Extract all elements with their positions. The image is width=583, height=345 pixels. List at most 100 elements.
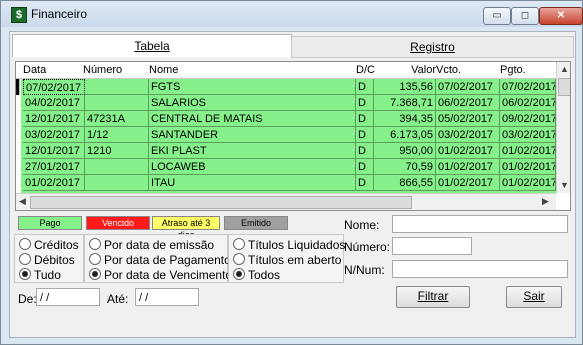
cell-pgto[interactable]: 07/02/2017 bbox=[500, 79, 556, 95]
cell-dc[interactable]: D bbox=[356, 79, 374, 95]
radio-por-data-pagamento[interactable]: Por data de Pagamento bbox=[89, 253, 231, 267]
data-grid[interactable]: Data Número Nome D/C Valor Vcto. Pgto. 0… bbox=[15, 61, 571, 211]
cell-pgto[interactable]: 01/02/2017 bbox=[500, 143, 556, 159]
numero-input[interactable] bbox=[392, 237, 472, 255]
scroll-up-icon[interactable]: ▲ bbox=[560, 64, 569, 74]
table-row[interactable]: 03/02/2017 1/12 SANTANDER D 6.173,05 03/02/20… bbox=[21, 127, 556, 143]
cell-pgto[interactable]: 01/02/2017 bbox=[500, 175, 556, 191]
title-bar[interactable]: $ Financeiro ▭ ◻ ✕ bbox=[1, 1, 583, 27]
cell-name[interactable]: SANTANDER bbox=[149, 127, 356, 143]
tab-tabela[interactable]: Tabela bbox=[12, 34, 292, 57]
cell-number[interactable] bbox=[85, 175, 149, 191]
table-row[interactable]: 01/02/2017 ITAU D 866,55 01/02/2017 01/02/201… bbox=[21, 175, 556, 191]
cell-name[interactable]: SALARIOS bbox=[149, 95, 356, 111]
table-row[interactable]: 27/01/2017 LOCAWEB D 70,59 01/02/2017 01/02/2… bbox=[21, 159, 556, 175]
cell-name[interactable]: CENTRAL DE MATAIS bbox=[149, 111, 356, 127]
cell-name[interactable]: ITAU bbox=[149, 175, 356, 191]
nnum-input[interactable] bbox=[392, 260, 568, 278]
close-button[interactable]: ✕ bbox=[539, 7, 583, 25]
header-vcto[interactable]: Vcto. bbox=[436, 62, 496, 78]
cell-dc[interactable]: D bbox=[356, 159, 374, 175]
cell-vcto[interactable]: 05/02/2017 bbox=[436, 111, 500, 127]
radio-debitos[interactable]: Débitos bbox=[19, 253, 75, 267]
cell-date[interactable]: 07/02/2017 bbox=[23, 79, 85, 95]
cell-value[interactable]: 135,56 bbox=[374, 79, 436, 95]
radio-tudo[interactable]: Tudo bbox=[19, 268, 61, 282]
tab-registro-label: Registro bbox=[410, 40, 455, 54]
cell-date[interactable]: 27/01/2017 bbox=[23, 159, 85, 175]
radio-por-data-emissao[interactable]: Por data de emissão bbox=[89, 238, 214, 252]
minimize-button[interactable]: ▭ bbox=[483, 7, 511, 25]
cell-date[interactable]: 03/02/2017 bbox=[23, 127, 85, 143]
table-row[interactable]: 04/02/2017 SALARIOS D 7.368,71 06/02/2017 06/… bbox=[21, 95, 556, 111]
table-row[interactable]: 07/02/2017 FGTS D 135,56 07/02/2017 07/02/201… bbox=[21, 79, 556, 95]
radio-dot-icon bbox=[19, 253, 31, 265]
scroll-down-icon[interactable]: ▼ bbox=[560, 180, 569, 190]
header-data[interactable]: Data bbox=[23, 62, 83, 78]
cell-dc[interactable]: D bbox=[356, 143, 374, 159]
cell-date[interactable]: 12/01/2017 bbox=[23, 111, 85, 127]
nome-input[interactable] bbox=[392, 215, 568, 233]
cell-value[interactable]: 394,35 bbox=[374, 111, 436, 127]
cell-number[interactable]: 1/12 bbox=[85, 127, 149, 143]
cell-number[interactable] bbox=[85, 79, 149, 95]
de-date-input[interactable]: / / bbox=[36, 288, 100, 306]
cell-dc[interactable]: D bbox=[356, 111, 374, 127]
cell-vcto[interactable]: 01/02/2017 bbox=[436, 175, 500, 191]
row-selector-current[interactable] bbox=[16, 79, 20, 95]
cell-pgto[interactable]: 03/02/2017 bbox=[500, 127, 556, 143]
cell-pgto[interactable]: 09/02/2017 bbox=[500, 111, 556, 127]
cell-date[interactable]: 01/02/2017 bbox=[23, 175, 85, 191]
cell-number[interactable] bbox=[85, 95, 149, 111]
cell-value[interactable]: 7.368,71 bbox=[374, 95, 436, 111]
radio-creditos[interactable]: Créditos bbox=[19, 238, 79, 252]
header-valor[interactable]: Valor bbox=[374, 62, 436, 78]
table-row[interactable]: 12/01/2017 1210 EKI PLAST D 950,00 01/02/2017… bbox=[21, 143, 556, 159]
header-numero[interactable]: Número bbox=[83, 62, 149, 78]
radio-todos[interactable]: Todos bbox=[233, 268, 280, 282]
scroll-right-icon[interactable]: ▶ bbox=[542, 196, 549, 207]
cell-dc[interactable]: D bbox=[356, 95, 374, 111]
vertical-scroll-thumb[interactable] bbox=[558, 78, 570, 96]
maximize-button[interactable]: ◻ bbox=[511, 7, 539, 25]
table-row[interactable]: 12/01/2017 47231A CENTRAL DE MATAIS D 394,35… bbox=[21, 111, 556, 127]
cell-vcto[interactable]: 01/02/2017 bbox=[436, 159, 500, 175]
vertical-scrollbar[interactable]: ▲ ▼ bbox=[556, 62, 570, 193]
radio-dot-checked-icon bbox=[89, 268, 101, 280]
cell-value[interactable]: 6.173,05 bbox=[374, 127, 436, 143]
dollar-icon: $ bbox=[11, 7, 27, 23]
header-pgto[interactable]: Pgto. bbox=[500, 62, 556, 78]
cell-value[interactable]: 70,59 bbox=[374, 159, 436, 175]
filtrar-button[interactable]: Filtrar bbox=[396, 286, 470, 308]
radio-titulos-em-aberto[interactable]: Títulos em aberto bbox=[233, 253, 341, 267]
cell-value[interactable]: 950,00 bbox=[374, 143, 436, 159]
cell-dc[interactable]: D bbox=[356, 127, 374, 143]
cell-pgto[interactable]: 06/02/2017 bbox=[500, 95, 556, 111]
cell-vcto[interactable]: 03/02/2017 bbox=[436, 127, 500, 143]
cell-date[interactable]: 12/01/2017 bbox=[23, 143, 85, 159]
cell-name[interactable]: LOCAWEB bbox=[149, 159, 356, 175]
horizontal-scrollbar[interactable]: ◀ ▶ bbox=[16, 193, 556, 210]
date-mode-filter-group: Por data de emissão Por data de Pagament… bbox=[84, 234, 232, 283]
cell-name[interactable]: FGTS bbox=[149, 79, 356, 95]
cell-value[interactable]: 866,55 bbox=[374, 175, 436, 191]
cell-vcto[interactable]: 07/02/2017 bbox=[436, 79, 500, 95]
scroll-left-icon[interactable]: ◀ bbox=[19, 196, 26, 207]
cell-vcto[interactable]: 06/02/2017 bbox=[436, 95, 500, 111]
financeiro-window: $ Financeiro ▭ ◻ ✕ Tabela Registro Data … bbox=[0, 0, 583, 345]
radio-por-data-vencimento[interactable]: Por data de Vencimento bbox=[89, 268, 232, 282]
cell-name[interactable]: EKI PLAST bbox=[149, 143, 356, 159]
cell-number[interactable] bbox=[85, 159, 149, 175]
tab-registro[interactable]: Registro bbox=[291, 36, 574, 58]
header-nome[interactable]: Nome bbox=[149, 62, 354, 78]
cell-pgto[interactable]: 01/02/2017 bbox=[500, 159, 556, 175]
cell-number[interactable]: 47231A bbox=[85, 111, 149, 127]
radio-titulos-liquidados[interactable]: Títulos Liquidados bbox=[233, 238, 345, 252]
cell-dc[interactable]: D bbox=[356, 175, 374, 191]
ate-date-input[interactable]: / / bbox=[135, 288, 199, 306]
horizontal-scroll-thumb[interactable] bbox=[30, 196, 412, 209]
cell-date[interactable]: 04/02/2017 bbox=[23, 95, 85, 111]
sair-button[interactable]: Sair bbox=[506, 286, 562, 308]
cell-vcto[interactable]: 01/02/2017 bbox=[436, 143, 500, 159]
cell-number[interactable]: 1210 bbox=[85, 143, 149, 159]
